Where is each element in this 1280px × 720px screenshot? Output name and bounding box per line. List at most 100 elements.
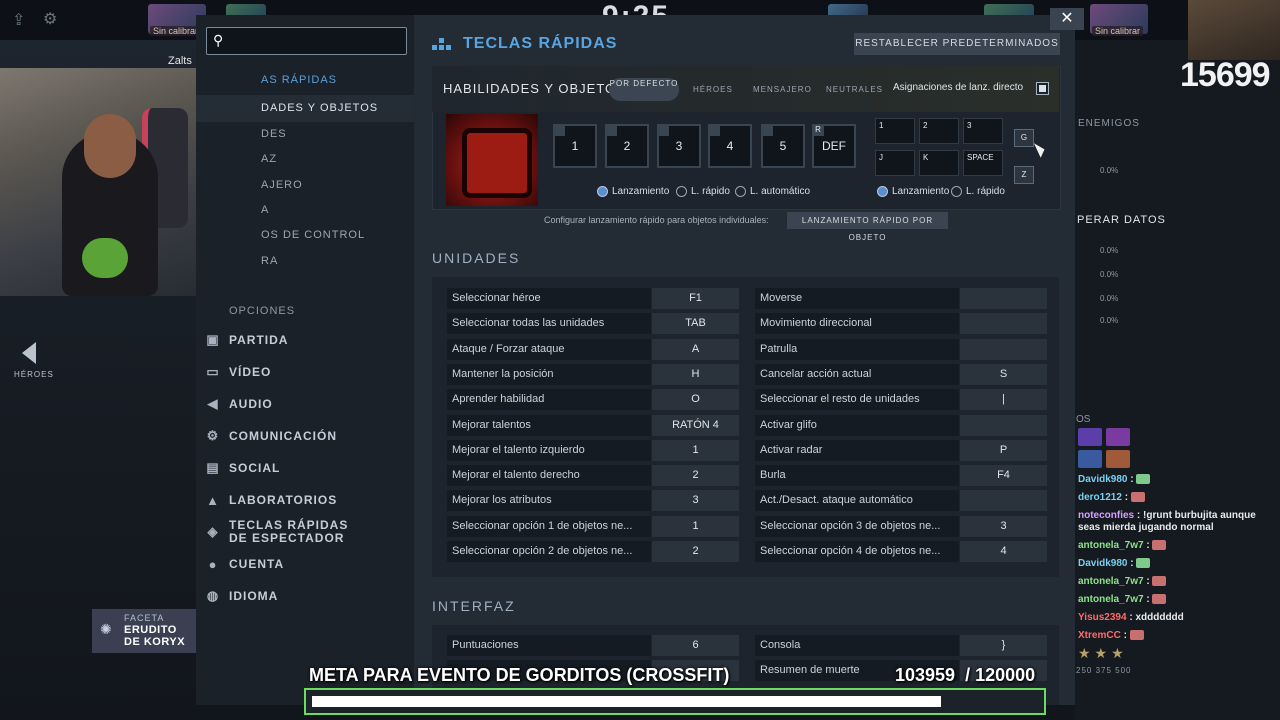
facet-card[interactable]: ✺ FACETA ERUDITO DE KORYX <box>92 609 196 653</box>
subnav-camera[interactable]: A <box>261 204 269 216</box>
upload-icon[interactable]: ⇪ <box>12 10 25 30</box>
hotkey-binding[interactable]: P <box>960 439 1047 461</box>
ability-slot-4[interactable]: 4 <box>708 124 752 168</box>
item-cast-quick[interactable]: L. rápido <box>951 186 1005 197</box>
nav-spectator-hotkeys[interactable]: ◈ TECLAS RÁPIDAS DE ESPECTADOR <box>205 519 359 545</box>
item-cast-normal[interactable]: Lanzamiento <box>877 186 949 197</box>
hotkey-binding[interactable]: F1 <box>652 288 739 309</box>
item-slot-1[interactable]: 1 <box>875 118 915 144</box>
item-slot-4[interactable]: J <box>875 150 915 176</box>
nav-laboratorios[interactable]: ▲ LABORATORIOS <box>205 489 337 511</box>
subnav-control-groups[interactable]: OS DE CONTROL <box>261 229 365 241</box>
cast-option-auto[interactable]: L. automático <box>735 186 810 197</box>
extra-key: G <box>1020 133 1028 142</box>
item-slot-2[interactable]: 2 <box>919 118 959 144</box>
reset-defaults-button[interactable]: RESTABLECER PREDETERMINADOS <box>854 33 1060 55</box>
hotkey-binding[interactable]: F4 <box>960 465 1047 487</box>
subnav-hotkeys[interactable]: AS RÁPIDAS <box>261 74 337 86</box>
hotkey-binding[interactable]: 4 <box>960 541 1047 562</box>
subnav-other[interactable]: RA <box>261 255 278 267</box>
search-input[interactable] <box>231 31 403 51</box>
item-key: 1 <box>879 121 884 130</box>
hotkey-binding[interactable] <box>960 313 1047 335</box>
match-icon: ▣ <box>206 332 220 347</box>
close-icon[interactable]: ✕ <box>1050 8 1084 30</box>
tp-scroll-slot[interactable]: Z <box>1014 166 1034 184</box>
chat-username[interactable]: noteconfies <box>1078 510 1134 521</box>
chat-message: antonela_7w7 : <box>1078 594 1278 606</box>
hotkey-binding[interactable]: S <box>960 363 1047 385</box>
ability-slot-5[interactable]: 5 <box>761 124 805 168</box>
chat-username[interactable]: dero1212 <box>1078 492 1122 503</box>
glyph-slot[interactable]: G <box>1014 129 1034 147</box>
tab-courier[interactable]: MENSAJERO <box>753 85 812 94</box>
hotkey-binding[interactable]: RATÓN 4 <box>652 414 739 436</box>
hotkey-binding[interactable]: H <box>652 363 739 385</box>
hotkey-binding[interactable] <box>960 338 1047 360</box>
hotkey-row: Moverse <box>755 288 1047 309</box>
subnav-interface[interactable]: AZ <box>261 153 277 165</box>
subnav-courier[interactable]: AJERO <box>261 179 303 191</box>
rating-stars: ★★★ <box>1078 645 1128 661</box>
nav-cuenta[interactable]: ● CUENTA <box>205 553 284 575</box>
hotkey-binding[interactable]: 1 <box>652 515 739 537</box>
nav-comunicacion[interactable]: ⚙ COMUNICACIÓN <box>205 425 337 447</box>
nav-video[interactable]: ▭ VÍDEO <box>205 361 271 383</box>
tab-neutrals[interactable]: NEUTRALES <box>826 85 883 94</box>
ability-slot-ultimate[interactable]: R DEF <box>812 124 856 168</box>
hotkey-binding[interactable]: 3 <box>652 490 739 512</box>
hotkey-binding[interactable]: 3 <box>960 515 1047 537</box>
chat-username[interactable]: XtremCC <box>1078 630 1121 641</box>
speaker-icon: ◀ <box>207 396 219 411</box>
hotkey-label: Cancelar acción actual <box>755 363 959 385</box>
hotkey-binding[interactable]: 1 <box>652 439 739 461</box>
hotkey-binding[interactable]: } <box>960 635 1047 656</box>
hotkey-binding[interactable]: A <box>652 338 739 360</box>
subnav-abilities-items[interactable]: DADES Y OBJETOS <box>261 102 378 114</box>
tab-default[interactable]: POR DEFECTO <box>609 78 679 101</box>
hotkey-binding[interactable]: 2 <box>652 541 739 562</box>
chat-username[interactable]: Yisus2394 <box>1078 612 1127 623</box>
item-key: J <box>879 153 883 162</box>
chat-username[interactable]: antonela_7w7 <box>1078 576 1144 587</box>
nav-audio[interactable]: ◀ AUDIO <box>205 393 273 415</box>
chat-username[interactable]: antonela_7w7 <box>1078 594 1144 605</box>
chat-separator: : <box>1143 540 1153 551</box>
subnav-units[interactable]: DES <box>261 128 287 140</box>
hotkey-binding[interactable]: 6 <box>652 635 739 656</box>
hotkey-row: Aprender habilidad O <box>447 389 739 411</box>
heroes-back-arrow-icon[interactable] <box>22 342 36 364</box>
hotkey-label: Seleccionar opción 3 de objetos ne... <box>755 515 959 537</box>
ability-slot-1[interactable]: 1 <box>553 124 597 168</box>
settings-gear-icon[interactable]: ⚙ <box>43 9 57 29</box>
chat-username[interactable]: antonela_7w7 <box>1078 540 1144 551</box>
ability-slot-3[interactable]: 3 <box>657 124 701 168</box>
hotkey-binding[interactable]: 2 <box>652 465 739 487</box>
item-slot-5[interactable]: K <box>919 150 959 176</box>
hotkey-binding[interactable] <box>960 414 1047 436</box>
cast-option-normal[interactable]: Lanzamiento <box>597 186 669 197</box>
hotkey-binding[interactable] <box>960 490 1047 512</box>
chat-username[interactable]: Davidk980 <box>1078 558 1127 569</box>
item-slot-6[interactable]: SPACE <box>963 150 1003 176</box>
hotkey-binding[interactable]: TAB <box>652 313 739 335</box>
hotkey-binding[interactable] <box>960 288 1047 309</box>
hotkey-label: Mejorar talentos <box>447 414 651 436</box>
hotkey-binding[interactable]: | <box>960 389 1047 411</box>
item-slot-3[interactable]: 3 <box>963 118 1003 144</box>
quick-cast-per-item-button[interactable]: LANZAMIENTO RÁPIDO POR OBJETO <box>787 212 948 242</box>
chat-username[interactable]: Davidk980 <box>1078 474 1127 485</box>
hotkey-row: Puntuaciones 6 <box>447 635 739 656</box>
nav-idioma[interactable]: ◍ IDIOMA <box>205 585 278 607</box>
settings-search[interactable]: ⚲ <box>206 27 407 55</box>
cast-option-quick[interactable]: L. rápido <box>676 186 730 197</box>
hotkey-binding[interactable]: O <box>652 389 739 411</box>
direct-cast-checkbox[interactable] <box>1036 82 1049 95</box>
chat-separator: : <box>1120 630 1130 641</box>
tab-heroes[interactable]: HÉROES <box>693 85 733 94</box>
nav-social[interactable]: ▤ SOCIAL <box>205 457 280 479</box>
nav-partida[interactable]: ▣ PARTIDA <box>205 329 288 351</box>
ability-slot-2[interactable]: 2 <box>605 124 649 168</box>
nav-label: VÍDEO <box>229 365 272 379</box>
hotkey-label: Patrulla <box>755 338 959 360</box>
